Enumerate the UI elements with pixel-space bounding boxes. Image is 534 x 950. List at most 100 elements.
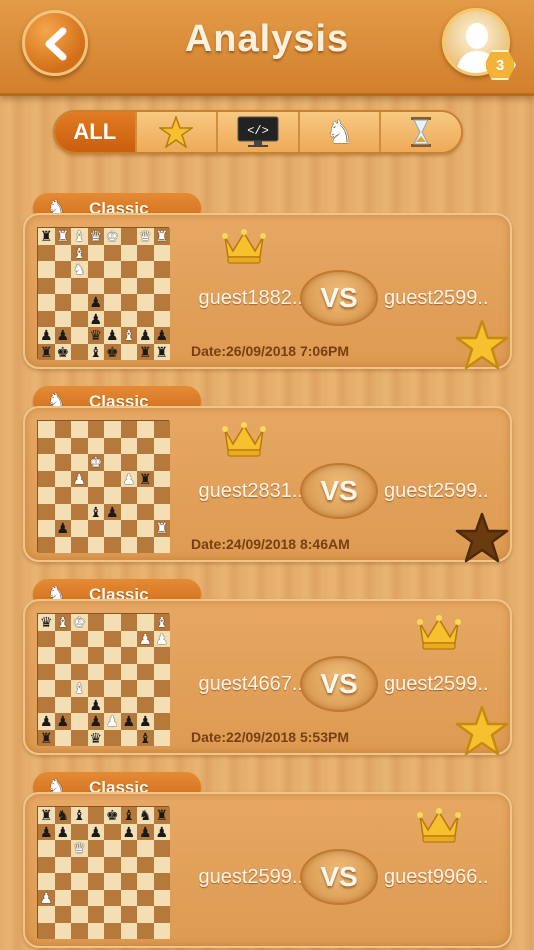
board-square <box>87 906 104 923</box>
board-thumbnail: ♜ ♞ ♝ ♚ ♝ ♞ ♜ ♟ ♟ ♟ ♟ ♟ ♟ ♛ ♟ <box>37 806 170 939</box>
board-square: ♟ <box>153 630 170 647</box>
favorite-star-icon[interactable] <box>455 512 509 569</box>
board-square <box>137 244 154 261</box>
board-square <box>54 294 71 311</box>
favorite-star-icon[interactable] <box>455 319 509 376</box>
game-card[interactable]: ♜ ♞ ♝ ♚ ♝ ♞ ♜ ♟ ♟ ♟ ♟ ♟ ♟ ♛ ♟ guest2599.. VS guest9966.. <box>23 792 512 948</box>
board-square: ♚ <box>87 454 104 471</box>
white-king-icon: ♚ <box>89 454 103 471</box>
board-square <box>38 244 55 261</box>
board-square <box>87 421 104 438</box>
board-square <box>153 680 170 697</box>
black-queen-icon: ♛ <box>89 729 103 746</box>
board-square <box>54 647 71 664</box>
board-square <box>120 437 137 454</box>
board-square: ♛ <box>87 327 104 344</box>
board-square: ♟ <box>54 327 71 344</box>
board-square <box>137 261 154 278</box>
black-pawn-icon: ♟ <box>122 713 136 730</box>
board-square: ♝ <box>137 729 154 746</box>
board-square <box>137 889 154 906</box>
filter-tab-player[interactable]: ♞ <box>299 112 382 152</box>
winner-crown-icon <box>417 613 461 656</box>
board-square <box>120 922 137 939</box>
board-square: ♟ <box>137 823 154 840</box>
board-square <box>71 421 88 438</box>
board-square <box>38 520 55 537</box>
board-square <box>38 536 55 553</box>
game-date: Date:22/09/2018 5:53PM <box>191 729 349 745</box>
board-square: ♝ <box>120 327 137 344</box>
game-card[interactable]: ♜ ♜ ♝ ♛ ♚ ♛ ♜ ♝ ♞ ♟ ♟ ♟ ♟ ♛ ♟ ♝ ♟ ♟ ♜ ♚ ♝ ♚ ♜ ♜ guest1882.. VS gu… <box>23 213 512 370</box>
player-right-name: guest9966.. <box>384 866 489 888</box>
board-square <box>104 873 121 890</box>
filter-tab-computer[interactable]: </> <box>218 112 300 152</box>
board-square <box>38 680 55 697</box>
black-bishop-icon: ♝ <box>89 503 103 520</box>
board-square <box>87 922 104 939</box>
filter-tab-timed[interactable] <box>381 112 461 152</box>
board-square: ♝ <box>153 614 170 631</box>
black-pawn-icon: ♟ <box>89 713 103 730</box>
board-square <box>153 454 170 471</box>
board-square <box>87 614 104 631</box>
board-square <box>38 277 55 294</box>
black-king-icon: ♚ <box>105 807 119 824</box>
filter-tab-all[interactable]: ALL <box>55 112 137 152</box>
board-square <box>153 536 170 553</box>
top-bar: Analysis 3 <box>0 0 534 96</box>
board-square <box>87 647 104 664</box>
board-square: ♛ <box>38 614 55 631</box>
board-square <box>71 647 88 664</box>
board-square: ♜ <box>153 228 170 245</box>
board-square <box>137 906 154 923</box>
board-square <box>137 277 154 294</box>
board-square <box>87 437 104 454</box>
filter-tab-all-label: ALL <box>73 119 117 144</box>
white-bishop-icon: ♝ <box>72 228 86 245</box>
favorite-star-icon[interactable] <box>455 705 509 762</box>
white-queen-icon: ♛ <box>72 840 86 857</box>
board-square <box>54 889 71 906</box>
board-square <box>38 647 55 664</box>
board-square <box>137 614 154 631</box>
board-square <box>104 437 121 454</box>
board-square <box>120 680 137 697</box>
board-square: ♞ <box>54 807 71 824</box>
board-square <box>38 630 55 647</box>
board-square: ♟ <box>38 889 55 906</box>
board-square: ♝ <box>71 807 88 824</box>
board-square: ♞ <box>137 807 154 824</box>
black-pawn-icon: ♟ <box>89 310 103 327</box>
filter-tab-favorites[interactable] <box>136 112 219 152</box>
board-square: ♚ <box>71 614 88 631</box>
black-rook-icon: ♜ <box>155 343 169 360</box>
game-card[interactable]: ♚ ♟ ♟ ♜ ♝ ♟ ♟ ♜ guest2831.. VS guest2599.. Date:24… <box>23 406 512 563</box>
game-date: Date:24/09/2018 8:46AM <box>191 536 350 552</box>
black-pawn-icon: ♟ <box>89 823 103 840</box>
board-square <box>54 906 71 923</box>
computer-icon: </> <box>237 116 279 147</box>
board-square <box>104 840 121 857</box>
board-square: ♝ <box>71 680 88 697</box>
board-square <box>104 889 121 906</box>
board-square <box>104 630 121 647</box>
board-square <box>104 729 121 746</box>
player-right-name: guest2599.. <box>384 287 489 309</box>
white-bishop-icon: ♝ <box>122 327 136 344</box>
filter-bar: ALL </> ♞ <box>53 110 463 154</box>
board-square <box>153 277 170 294</box>
board-square: ♛ <box>137 228 154 245</box>
board-square <box>120 630 137 647</box>
board-square: ♟ <box>38 327 55 344</box>
board-square <box>38 663 55 680</box>
board-square <box>104 696 121 713</box>
board-square <box>153 906 170 923</box>
black-pawn-icon: ♟ <box>105 327 119 344</box>
game-card[interactable]: ♛ ♝ ♚ ♝ ♟ ♟ ♝ ♟ ♟ ♟ ♟ ♟ ♟ ♟ ♜ ♛ ♝ guest4667.. VS guest2599… <box>23 599 512 756</box>
board-square: ♛ <box>71 840 88 857</box>
board-square <box>137 437 154 454</box>
player-right-name: guest2599.. <box>384 673 489 695</box>
player-left-name: guest4667.. <box>198 673 303 695</box>
board-square <box>54 437 71 454</box>
